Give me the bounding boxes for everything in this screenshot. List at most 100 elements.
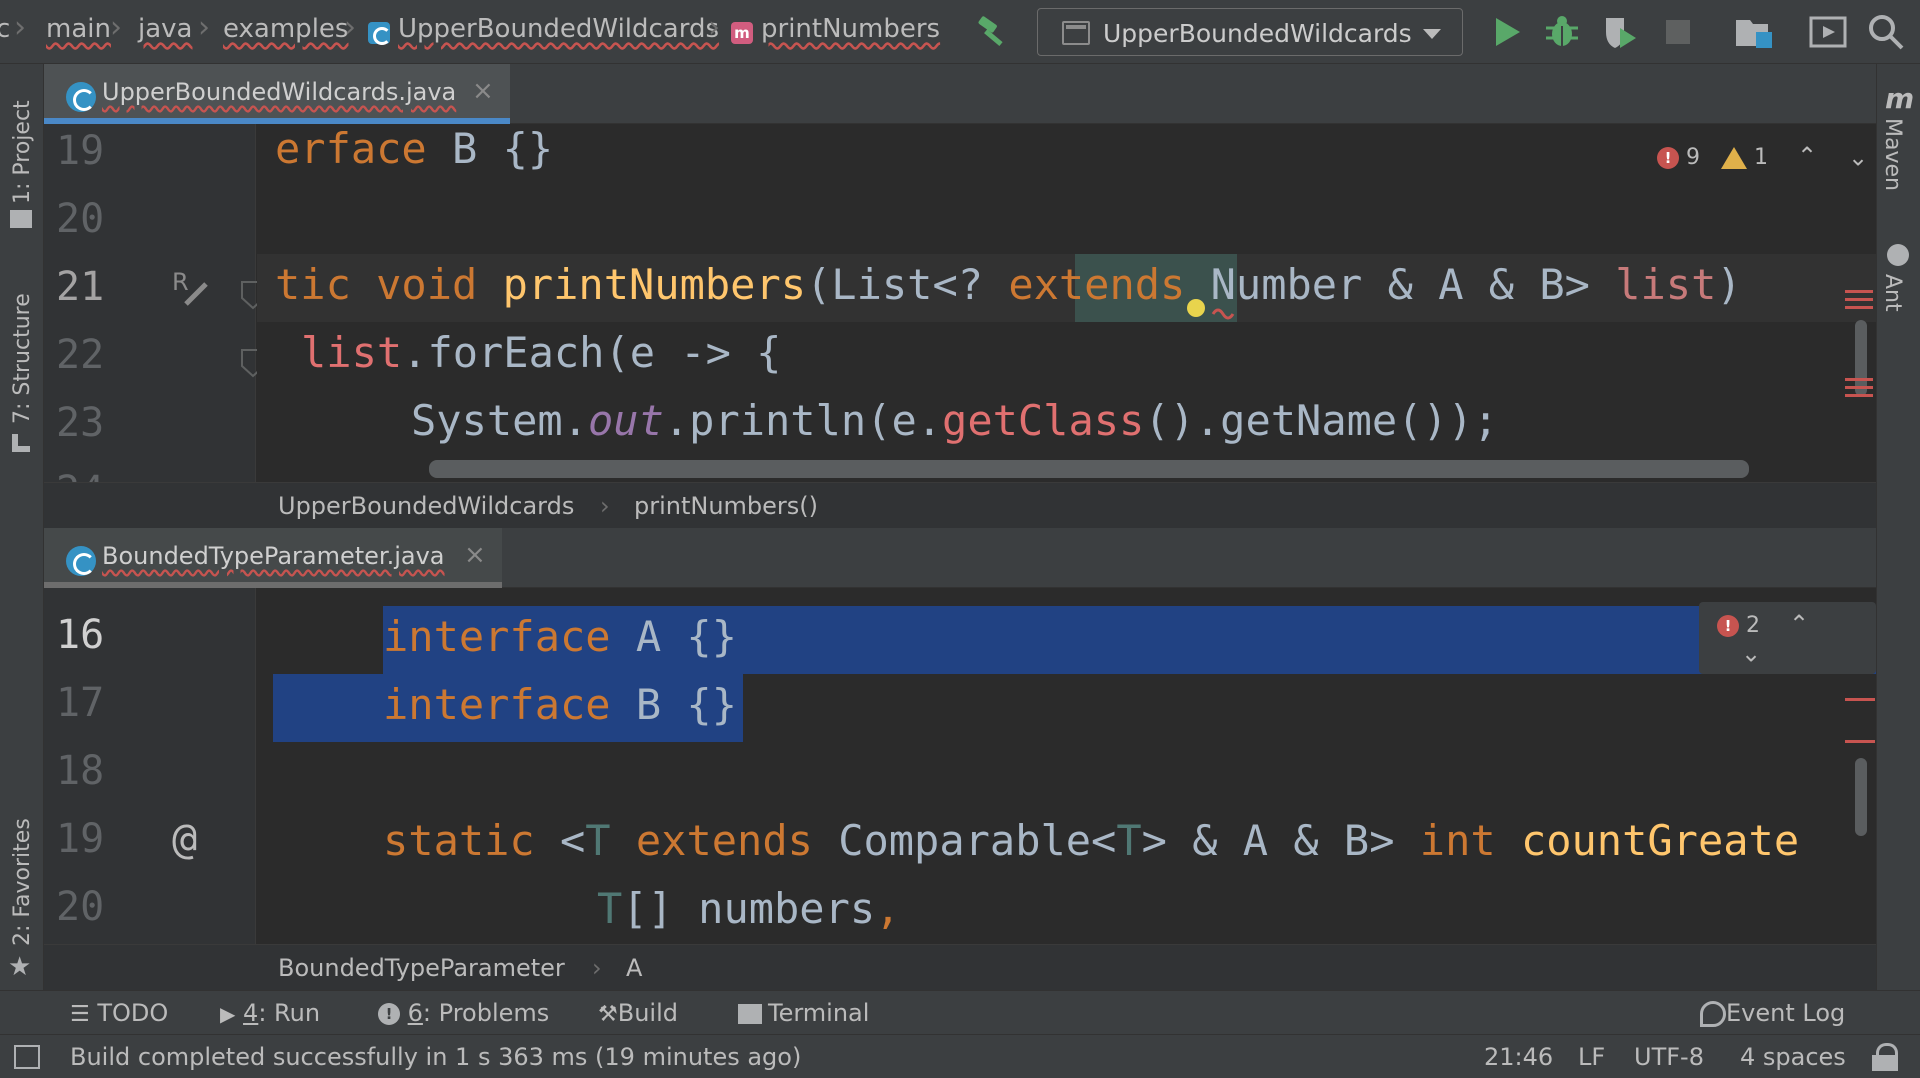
breadcrumb-method[interactable]: printNumbers()	[634, 492, 818, 520]
search-icon[interactable]	[1866, 12, 1906, 52]
breadcrumb-item-java[interactable]: java	[138, 14, 192, 44]
project-structure-icon[interactable]	[1734, 12, 1774, 52]
line-number: 19	[56, 128, 105, 174]
folder-icon	[10, 210, 32, 228]
breadcrumb-item-class[interactable]: UpperBoundedWildcards	[398, 14, 719, 44]
close-icon[interactable]: ×	[472, 76, 494, 106]
line-number: 16	[56, 612, 105, 658]
warning-icon	[1721, 147, 1747, 169]
top-editor-tab-bar: UpperBoundedWildcards.java ×	[44, 64, 1876, 124]
ant-tool-button[interactable]: Ant	[1880, 274, 1905, 312]
next-highlight-icon[interactable]: ⌃	[1848, 142, 1868, 170]
problems-icon: !	[378, 1003, 400, 1025]
error-count: 9	[1686, 145, 1700, 170]
breadcrumb-separator: ›	[344, 10, 356, 45]
vertical-scrollbar[interactable]	[1855, 758, 1867, 836]
tab-title: BoundedTypeParameter.java	[102, 542, 445, 570]
event-log-tool-button[interactable]: Event Log	[1700, 999, 1845, 1027]
structure-tool-button[interactable]: 7: Structure	[10, 293, 35, 424]
breadcrumb-item[interactable]: c	[0, 14, 10, 44]
indent-setting[interactable]: 4 spaces	[1740, 1043, 1846, 1071]
class-icon	[66, 546, 96, 576]
error-stripe-mark[interactable]	[1845, 290, 1873, 293]
run-tool-button[interactable]: ▶ 4: Run	[220, 999, 320, 1027]
next-highlight-icon[interactable]: ⌃	[1741, 638, 1761, 666]
lock-body	[1872, 1055, 1898, 1071]
problems-tool-button[interactable]: ! 6: Problems	[378, 999, 549, 1027]
warning-count: 1	[1754, 145, 1768, 170]
code-line-20: T[] numbers,	[597, 884, 901, 933]
error-squiggle	[1187, 299, 1235, 320]
breadcrumb-separator: ›	[14, 10, 26, 45]
code-line-19: static <T extends Comparable<T> & A & B>…	[383, 816, 1800, 865]
error-stripe-mark[interactable]	[1845, 698, 1875, 701]
favorites-tool-button[interactable]: 2: Favorites	[10, 818, 35, 946]
terminal-tool-button[interactable]: Terminal	[738, 999, 869, 1027]
previous-highlight-icon[interactable]: ⌃	[1797, 142, 1817, 170]
previous-highlight-icon[interactable]: ⌃	[1789, 610, 1809, 638]
star-icon: ★	[8, 952, 32, 982]
tool-window-bar: ☰ TODO ▶ 4: Run ! 6: Problems ⚒Build Ter…	[0, 990, 1920, 1034]
breadcrumb-class[interactable]: UpperBoundedWildcards	[278, 492, 574, 520]
bottom-editor-code-area[interactable]: interface A {} interface B {} static <T …	[257, 588, 1876, 944]
bottom-editor-gutter: 16 17 18 19 20 @	[44, 588, 256, 944]
horizontal-scrollbar[interactable]	[429, 460, 1749, 478]
breadcrumb-separator: ›	[110, 10, 122, 45]
presentation-icon[interactable]	[1808, 12, 1848, 52]
line-number: 22	[56, 332, 105, 378]
error-icon: !	[1717, 615, 1739, 637]
build-hammer-icon[interactable]	[973, 12, 1013, 52]
code-line-22: list.forEach(e -> {	[301, 328, 782, 377]
line-number: 20	[56, 884, 105, 930]
run-configuration-label: UpperBoundedWildcards	[1103, 19, 1412, 48]
inspection-widget[interactable]: ! 9 1 ⌃ ⌃	[1657, 142, 1868, 170]
todo-tool-button[interactable]: ☰ TODO	[70, 999, 168, 1027]
recursive-call-icon[interactable]: R	[168, 264, 218, 314]
vertical-scrollbar[interactable]	[1855, 320, 1867, 396]
tool-windows-toggle-icon[interactable]	[14, 1045, 40, 1069]
line-number: 23	[56, 400, 105, 446]
line-separator[interactable]: LF	[1578, 1043, 1605, 1071]
error-stripe-mark[interactable]	[1845, 740, 1875, 743]
file-encoding[interactable]: UTF-8	[1634, 1043, 1704, 1071]
breadcrumb-member[interactable]: A	[626, 954, 642, 982]
project-tool-button[interactable]: 1: Project	[10, 100, 35, 204]
breadcrumb-class[interactable]: BoundedTypeParameter	[278, 954, 565, 982]
breadcrumb-item-method[interactable]: printNumbers	[761, 14, 940, 44]
breadcrumb-separator: ›	[592, 954, 602, 982]
annotation-marker-icon[interactable]: @	[172, 814, 197, 863]
run-configuration-selector[interactable]: UpperBoundedWildcards	[1037, 8, 1463, 56]
structure-icon	[12, 434, 30, 452]
error-icon: !	[1657, 147, 1679, 169]
coverage-icon[interactable]	[1600, 12, 1640, 52]
error-stripe-mark[interactable]	[1845, 394, 1873, 397]
breadcrumb-item-main[interactable]: main	[46, 14, 111, 44]
error-stripe-mark[interactable]	[1845, 386, 1873, 389]
status-message[interactable]: Build completed successfully in 1 s 363 …	[70, 1043, 801, 1071]
line-number: 21	[56, 264, 105, 310]
tab-title: UpperBoundedWildcards.java	[102, 78, 457, 106]
line-number: 19	[56, 816, 105, 862]
left-tool-strip: 1: Project 7: Structure 2: Favorites ★	[0, 64, 44, 990]
stop-icon[interactable]	[1658, 12, 1698, 52]
line-number: 18	[56, 748, 105, 794]
inspection-widget[interactable]: ! 2 ⌃ ⌃	[1699, 602, 1876, 674]
code-line-19: erface B {}	[275, 124, 554, 173]
caret-position[interactable]: 21:46	[1484, 1043, 1553, 1071]
breadcrumb-separator: ›	[600, 492, 610, 520]
maven-tool-button[interactable]: Maven	[1880, 118, 1905, 191]
close-icon[interactable]: ×	[464, 540, 486, 570]
breadcrumb-separator: ›	[708, 10, 720, 45]
editor-tab-upperboundedwildcards[interactable]: UpperBoundedWildcards.java ×	[44, 64, 510, 124]
debug-icon[interactable]	[1542, 12, 1582, 52]
error-stripe-mark[interactable]	[1845, 298, 1873, 301]
event-log-icon	[1700, 1001, 1726, 1027]
breadcrumb-item-examples[interactable]: examples	[223, 14, 348, 44]
build-tool-button[interactable]: ⚒Build	[598, 999, 678, 1027]
editor-tab-boundedtypeparameter[interactable]: BoundedTypeParameter.java ×	[44, 528, 502, 588]
top-editor-code-area[interactable]: erface B {} tic void printNumbers(List<?…	[257, 124, 1876, 482]
run-icon: ▶	[220, 1002, 236, 1026]
run-icon[interactable]	[1486, 12, 1526, 52]
error-stripe-mark[interactable]	[1845, 306, 1873, 309]
error-stripe-mark[interactable]	[1845, 378, 1873, 381]
